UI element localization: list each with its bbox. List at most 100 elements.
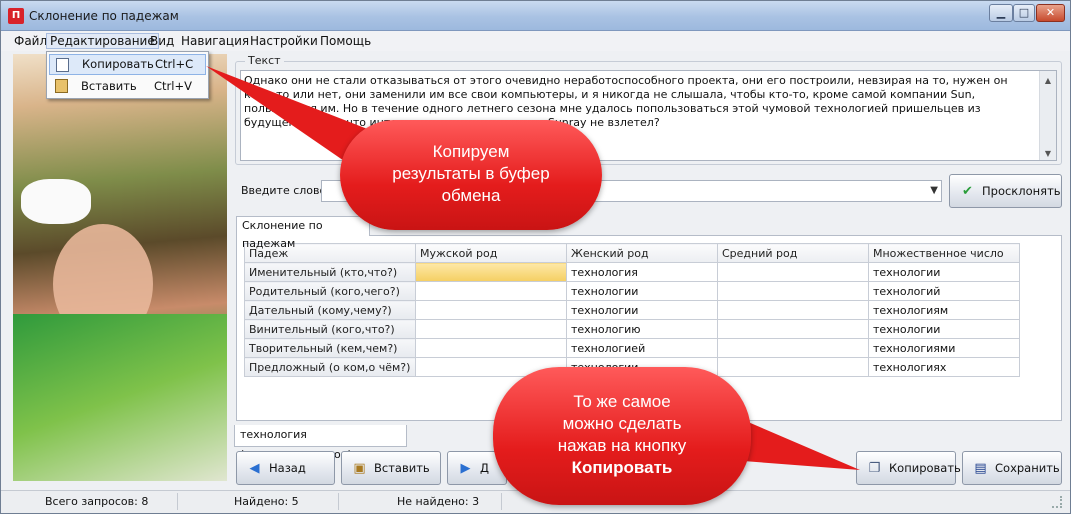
minimize-button[interactable]: ▁	[989, 4, 1013, 22]
menu-view[interactable]: Вид	[147, 33, 177, 49]
table-cell[interactable]	[415, 281, 567, 301]
close-icon: ✕	[1045, 6, 1056, 19]
resize-grip-icon[interactable]	[1052, 496, 1062, 508]
table-cell[interactable]	[717, 357, 869, 377]
table-cell[interactable]	[717, 319, 869, 339]
callout-copy-results: Копируем результаты в буфер обмена	[340, 120, 602, 230]
menu-file[interactable]: Файл	[11, 33, 50, 49]
photo-book-shape	[13, 314, 227, 481]
callout-2-line-bold: Копировать	[571, 458, 673, 477]
menu-item-copy-shortcut: Ctrl+C	[155, 57, 194, 71]
copy-button[interactable]: ❐ Копировать	[856, 451, 961, 485]
table-cell[interactable]: технологией	[566, 338, 718, 358]
status-not-found: Не найдено: 3	[397, 495, 480, 508]
paste-button[interactable]: ▣ Вставить	[341, 451, 441, 485]
table-cell[interactable]	[717, 281, 869, 301]
table-cell[interactable]	[717, 300, 869, 320]
save-button[interactable]: ▤ Сохранить	[962, 451, 1062, 485]
table-row-header: Предложный (о ком,о чём?)	[244, 357, 416, 377]
table-cell[interactable]	[717, 338, 869, 358]
floppy-disk-icon: ▤	[974, 461, 987, 476]
callout-1-line: обмена	[441, 186, 501, 205]
illustration-photo	[13, 54, 227, 481]
table-cell[interactable]: технологиями	[868, 338, 1020, 358]
scroll-down-icon[interactable]: ▼	[1043, 147, 1053, 158]
table-cell[interactable]: технологий	[868, 281, 1020, 301]
table-header[interactable]: Средний род	[717, 243, 869, 263]
callout-2-line: нажав на кнопку	[557, 436, 687, 455]
table-row-header: Дательный (кому,чему?)	[244, 300, 416, 320]
app-icon: П	[8, 8, 24, 24]
table-row-header: Творительный (кем,чем?)	[244, 338, 416, 358]
status-separator	[338, 493, 339, 510]
menu-help[interactable]: Помощь	[317, 33, 374, 49]
menu-item-paste-shortcut: Ctrl+V	[154, 79, 192, 93]
table-cell[interactable]	[415, 300, 567, 320]
table-cell[interactable]: технологии	[868, 262, 1020, 282]
maximize-button[interactable]: □	[1013, 4, 1035, 22]
window-title: Склонение по падежам	[29, 9, 179, 23]
status-separator	[177, 493, 178, 510]
table-row-header: Именительный (кто,что?)	[244, 262, 416, 282]
menu-item-copy-label: Копировать	[82, 57, 154, 71]
save-button-label: Сохранить	[995, 461, 1060, 475]
table-cell[interactable]: технологиям	[868, 300, 1020, 320]
table-header[interactable]: Множественное число	[868, 243, 1020, 263]
table-row-header: Родительный (кого,чего?)	[244, 281, 416, 301]
minimize-icon: ▁	[996, 6, 1006, 19]
table-cell[interactable]	[415, 262, 567, 282]
scroll-up-icon[interactable]: ▲	[1043, 74, 1053, 85]
arrow-left-icon: ◀	[249, 461, 260, 476]
status-total: Всего запросов: 8	[45, 495, 149, 508]
table-header[interactable]: Женский род	[566, 243, 718, 263]
copy-icon	[56, 58, 69, 72]
decline-button[interactable]: ✔ Просклонять	[949, 174, 1062, 208]
status-separator	[501, 493, 502, 510]
menu-item-paste[interactable]: Вставить Ctrl+V	[49, 76, 206, 97]
table-cell[interactable]	[415, 338, 567, 358]
table-row: Творительный (кем,чем?) технологией техн…	[244, 338, 1020, 358]
table-cell[interactable]: технологиях	[868, 357, 1020, 377]
table-cell[interactable]: технологии	[566, 300, 718, 320]
table-cell[interactable]: технологии	[566, 281, 718, 301]
menu-navigation[interactable]: Навигация	[178, 33, 252, 49]
status-found: Найдено: 5	[234, 495, 299, 508]
table-row: Винительный (кого,что?) технологию техно…	[244, 319, 1020, 339]
text-scrollbar[interactable]: ▲ ▼	[1039, 71, 1056, 160]
tab-declension[interactable]: Склонение по падежам	[236, 216, 370, 250]
maximize-icon: □	[1018, 6, 1030, 19]
table-cell[interactable]	[415, 319, 567, 339]
tab-word-info[interactable]: технология (существительное)	[234, 425, 407, 461]
title-bar: П Склонение по падежам ▁ □ ✕	[1, 1, 1070, 31]
photo-bow-shape	[21, 179, 91, 224]
table-row: Именительный (кто,что?) технология техно…	[244, 262, 1020, 282]
check-icon: ✔	[962, 184, 973, 199]
declension-table: Падеж Мужской род Женский род Средний ро…	[244, 243, 1020, 377]
menu-edit[interactable]: Редактирование	[46, 33, 159, 49]
menu-bar: Файл Редактирование Вид Навигация Настро…	[1, 31, 1070, 51]
back-button[interactable]: ◀ Назад	[236, 451, 335, 485]
decline-button-label: Просклонять	[982, 184, 1061, 198]
paste-icon	[55, 79, 68, 93]
menu-settings[interactable]: Настройки	[247, 33, 321, 49]
menu-item-copy[interactable]: Копировать Ctrl+C	[49, 54, 206, 75]
callout-copy-button: То же самое можно сделать нажав на кнопк…	[493, 367, 751, 505]
table-cell[interactable]: технологии	[868, 319, 1020, 339]
back-button-label: Назад	[269, 461, 306, 475]
table-cell[interactable]	[717, 262, 869, 282]
table-row: Дательный (кому,чему?) технологии технол…	[244, 300, 1020, 320]
forward-button-label: Д	[480, 461, 489, 475]
word-input-label: Введите слово:	[241, 184, 330, 197]
table-row-header: Винительный (кого,что?)	[244, 319, 416, 339]
table-cell[interactable]: технологию	[566, 319, 718, 339]
table-cell[interactable]: технология	[566, 262, 718, 282]
edit-menu-dropdown: Копировать Ctrl+C Вставить Ctrl+V	[46, 51, 209, 99]
callout-2-line: То же самое	[573, 392, 671, 411]
callout-2-line: можно сделать	[562, 414, 682, 433]
table-header-row: Падеж Мужской род Женский род Средний ро…	[244, 243, 1020, 263]
chevron-down-icon[interactable]: ▼	[930, 185, 938, 196]
callout-1-line: результаты в буфер	[392, 164, 550, 183]
table-header[interactable]: Мужской род	[415, 243, 567, 263]
arrow-right-icon: ▶	[460, 461, 471, 476]
close-button[interactable]: ✕	[1036, 4, 1065, 22]
